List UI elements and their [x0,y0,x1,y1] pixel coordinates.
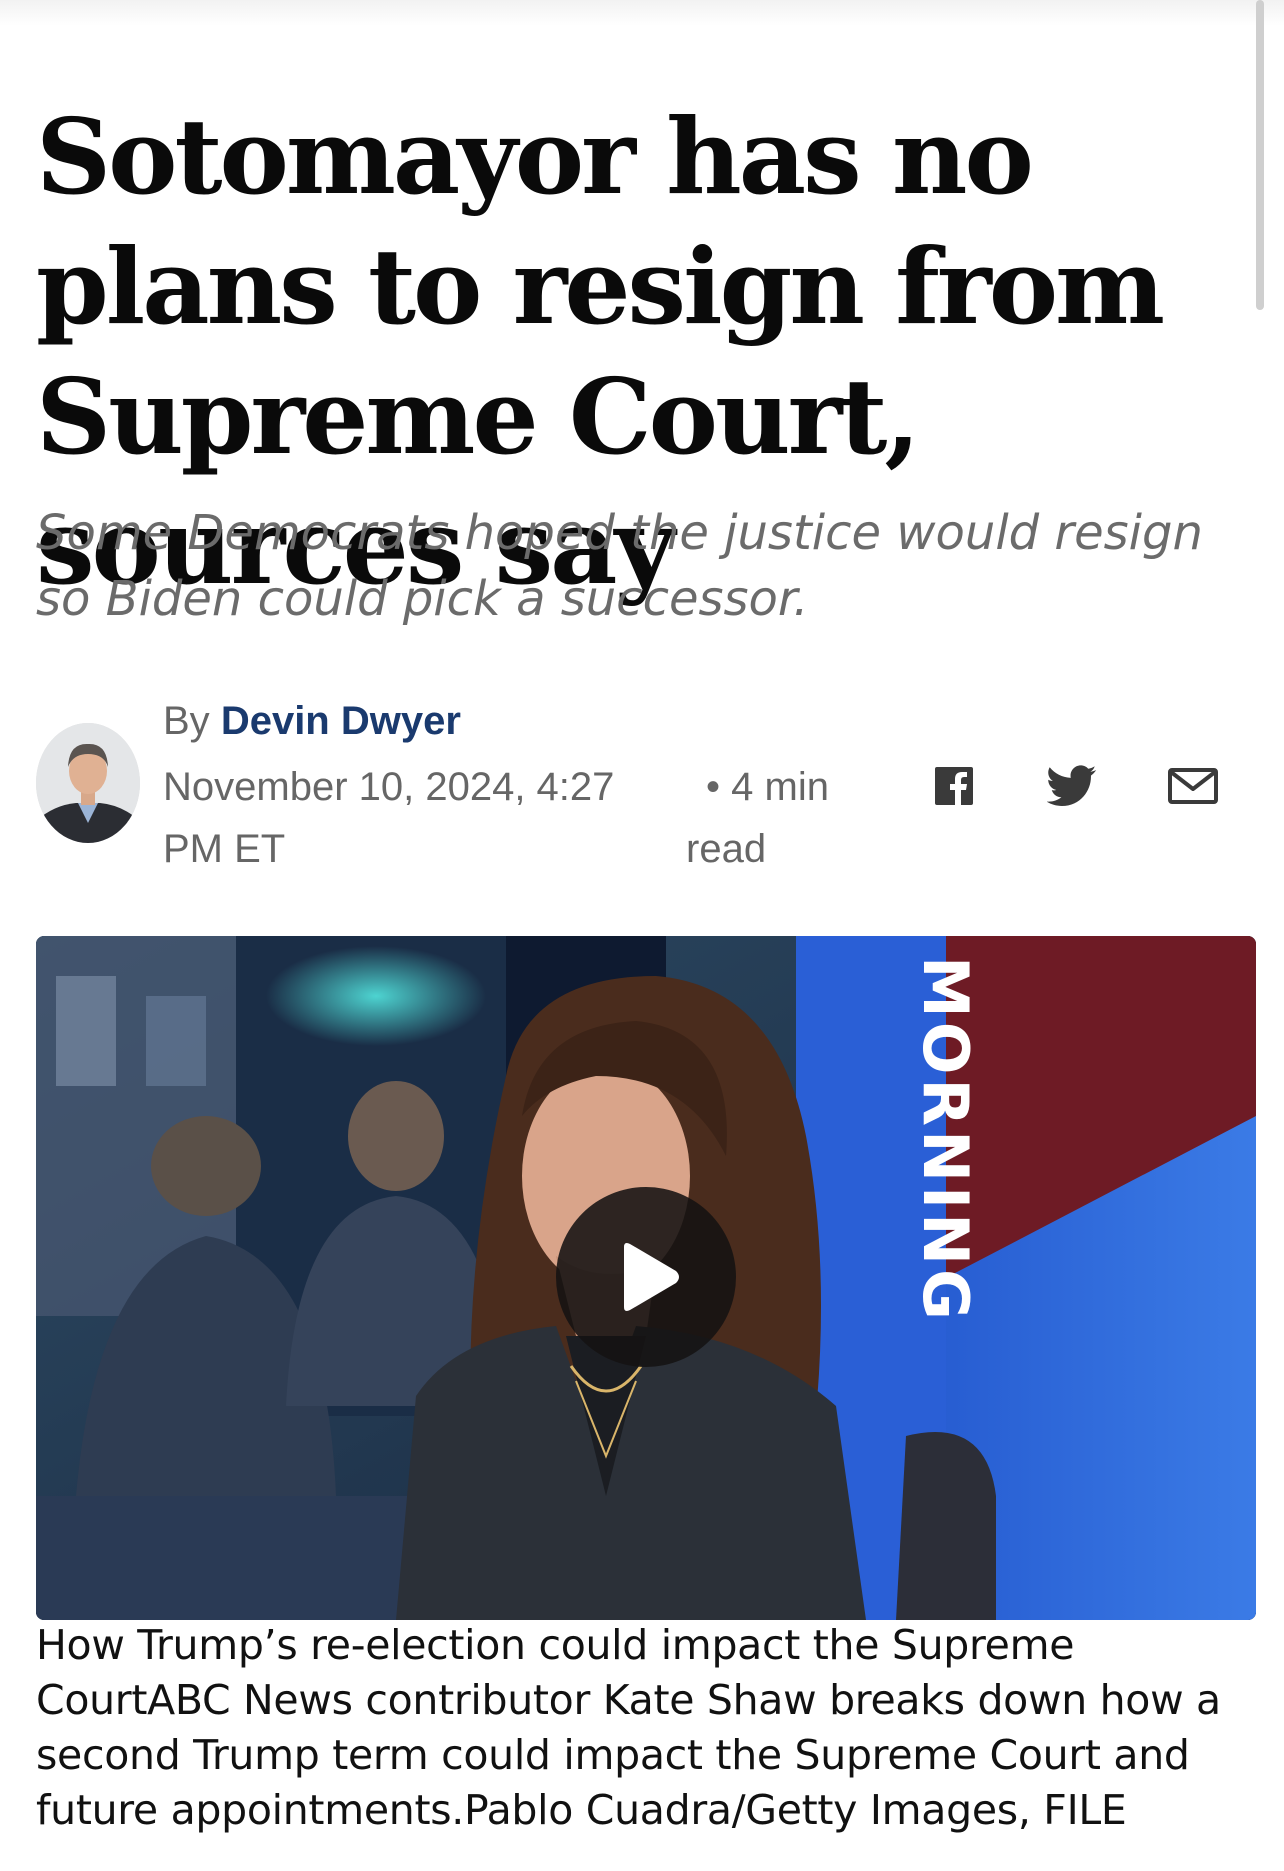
author-avatar[interactable] [36,723,140,843]
twitter-icon [1047,765,1097,806]
facebook-share-button[interactable] [928,760,980,812]
read-time-bullet: • [706,765,721,809]
article-dek: Some Democrats hoped the justice would r… [36,505,1203,627]
twitter-share-button[interactable] [1046,760,1098,812]
email-share-button[interactable] [1166,760,1220,812]
scrollbar[interactable] [1256,0,1264,310]
email-icon [1168,768,1218,804]
publish-date: November 10, 2024, 4:27 PM ET [163,765,615,871]
top-bar-fade [0,0,1284,26]
facebook-icon [935,767,973,806]
play-button[interactable] [556,1187,736,1367]
studio-backdrop-text: MORNING [909,956,982,1324]
play-icon [624,1243,679,1311]
read-time: • 4 min read [686,756,866,880]
author-link[interactable]: Devin Dwyer [221,699,461,743]
byline-prefix: By [163,699,210,743]
byline: By Devin Dwyer [163,696,461,746]
video-caption: How Trump’s re-election could impact the… [36,1621,1221,1834]
